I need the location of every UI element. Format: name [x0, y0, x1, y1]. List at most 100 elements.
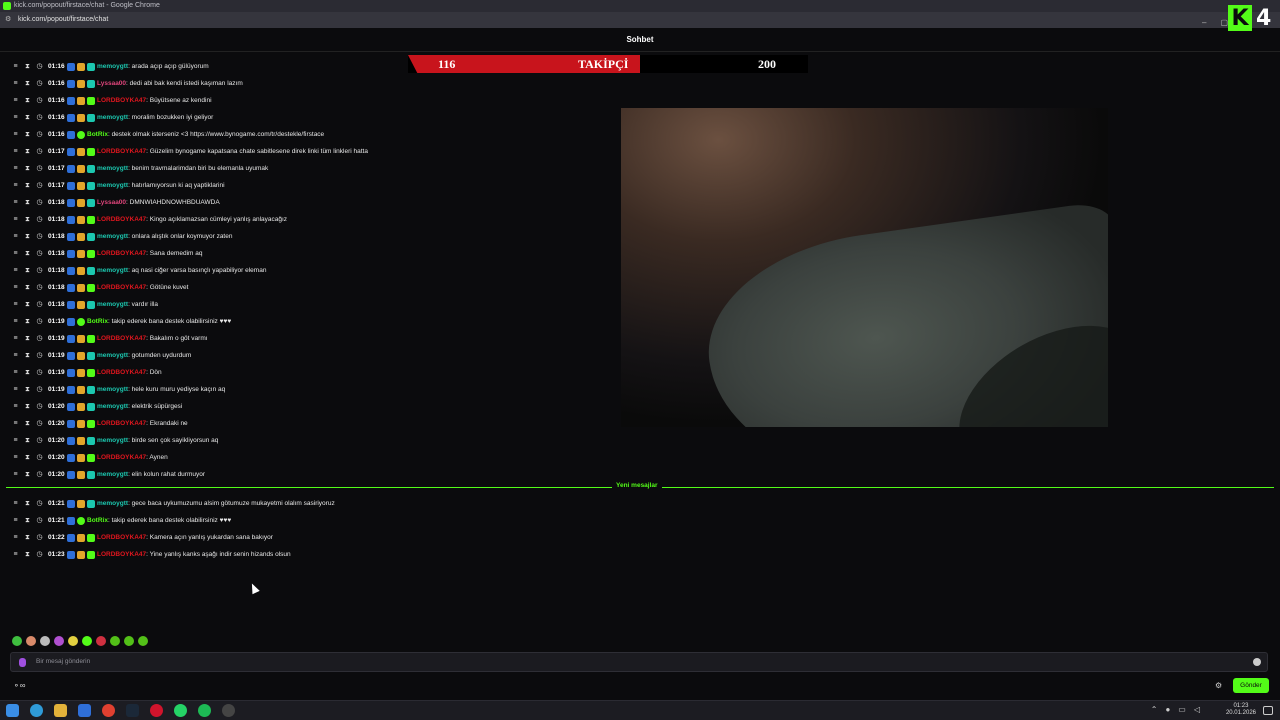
copilot-icon[interactable] — [30, 704, 43, 717]
chat-message[interactable]: ≡ ⧗ ◷ 01:19 memoygtt: gotumden uydurdum — [12, 347, 612, 364]
timestamp-icon[interactable]: ◷ — [36, 420, 43, 427]
microphone-icon[interactable] — [19, 658, 26, 667]
message-username[interactable]: memoygtt — [97, 233, 128, 240]
message-username[interactable]: BotRix — [87, 517, 108, 524]
emote-icon[interactable] — [68, 636, 78, 646]
message-username[interactable]: LORDBOYKA47 — [97, 148, 146, 155]
chat-message[interactable]: ≡ ⧗ ◷ 01:19 BotRix: takip ederek bana destek… — [12, 313, 612, 330]
message-menu-icon[interactable]: ≡ — [12, 80, 19, 87]
message-username[interactable]: Lyssaa00 — [97, 80, 126, 87]
message-username[interactable]: LORDBOYKA47 — [97, 216, 146, 223]
microphone-tray-icon[interactable]: ● — [1165, 705, 1170, 714]
address-bar[interactable]: ⚙ kick.com/popout/firstace/chat – ▢ — [0, 12, 1280, 28]
message-menu-icon[interactable]: ≡ — [12, 131, 19, 138]
chat-message[interactable]: ≡ ⧗ ◷ 01:18 LORDBOYKA47: Kingo açıklamazsan … — [12, 211, 612, 228]
message-username[interactable]: memoygtt — [97, 437, 128, 444]
pin-icon[interactable]: ⧗ — [24, 182, 31, 189]
timestamp-icon[interactable]: ◷ — [36, 199, 43, 206]
pin-icon[interactable]: ⧗ — [24, 318, 31, 325]
chat-message[interactable]: ≡ ⧗ ◷ 01:23 LORDBOYKA47: Yine yanlış kanks a… — [12, 546, 612, 563]
chat-message[interactable]: ≡ ⧗ ◷ 01:20 memoygtt: birde sen çok sayikliy… — [12, 432, 612, 449]
timestamp-icon[interactable]: ◷ — [36, 500, 43, 507]
timestamp-icon[interactable]: ◷ — [36, 551, 43, 558]
message-menu-icon[interactable]: ≡ — [12, 250, 19, 257]
message-menu-icon[interactable]: ≡ — [12, 63, 19, 70]
chat-message[interactable]: ≡ ⧗ ◷ 01:17 LORDBOYKA47: Güzelim bynogame ka… — [12, 143, 612, 160]
timestamp-icon[interactable]: ◷ — [36, 369, 43, 376]
chat-message[interactable]: ≡ ⧗ ◷ 01:16 BotRix: destek olmak isterseniz … — [12, 126, 612, 143]
pin-icon[interactable]: ⧗ — [24, 199, 31, 206]
chat-message[interactable]: ≡ ⧗ ◷ 01:21 memoygtt: gece baca uykumuzumu a… — [12, 495, 612, 512]
timestamp-icon[interactable]: ◷ — [36, 131, 43, 138]
message-username[interactable]: memoygtt — [97, 500, 128, 507]
volume-icon[interactable]: ◁ — [1194, 705, 1200, 714]
chat-message[interactable]: ≡ ⧗ ◷ 01:18 Lyssaa00: DMNWIAHDNOWHBDUAWDA — [12, 194, 612, 211]
timestamp-icon[interactable]: ◷ — [36, 182, 43, 189]
message-username[interactable]: LORDBOYKA47 — [97, 551, 146, 558]
timestamp-icon[interactable]: ◷ — [36, 114, 43, 121]
timestamp-icon[interactable]: ◷ — [36, 471, 43, 478]
opera-icon[interactable] — [150, 704, 163, 717]
pin-icon[interactable]: ⧗ — [24, 233, 31, 240]
message-username[interactable]: LORDBOYKA47 — [97, 97, 146, 104]
message-menu-icon[interactable]: ≡ — [12, 437, 19, 444]
timestamp-icon[interactable]: ◷ — [36, 318, 43, 325]
chat-message[interactable]: ≡ ⧗ ◷ 01:16 LORDBOYKA47: Büyütsene az kendin… — [12, 92, 612, 109]
message-username[interactable]: memoygtt — [97, 267, 128, 274]
emote-icon[interactable] — [96, 636, 106, 646]
emote-icon[interactable] — [110, 636, 120, 646]
timestamp-icon[interactable]: ◷ — [36, 437, 43, 444]
pin-icon[interactable]: ⧗ — [24, 352, 31, 359]
chat-message[interactable]: ≡ ⧗ ◷ 01:18 LORDBOYKA47: Sana demedim aq — [12, 245, 612, 262]
pin-icon[interactable]: ⧗ — [24, 551, 31, 558]
message-menu-icon[interactable]: ≡ — [12, 165, 19, 172]
message-username[interactable]: BotRix — [87, 131, 108, 138]
message-username[interactable]: LORDBOYKA47 — [97, 454, 146, 461]
chat-message[interactable]: ≡ ⧗ ◷ 01:19 LORDBOYKA47: Dön — [12, 364, 612, 381]
timestamp-icon[interactable]: ◷ — [36, 63, 43, 70]
message-username[interactable]: LORDBOYKA47 — [97, 534, 146, 541]
timestamp-icon[interactable]: ◷ — [36, 284, 43, 291]
message-menu-icon[interactable]: ≡ — [12, 551, 19, 558]
pin-icon[interactable]: ⧗ — [24, 534, 31, 541]
message-username[interactable]: memoygtt — [97, 471, 128, 478]
timestamp-icon[interactable]: ◷ — [36, 352, 43, 359]
pin-icon[interactable]: ⧗ — [24, 386, 31, 393]
timestamp-icon[interactable]: ◷ — [36, 335, 43, 342]
pin-icon[interactable]: ⧗ — [24, 131, 31, 138]
message-menu-icon[interactable]: ≡ — [12, 199, 19, 206]
message-menu-icon[interactable]: ≡ — [12, 369, 19, 376]
pin-icon[interactable]: ⧗ — [24, 148, 31, 155]
timestamp-icon[interactable]: ◷ — [36, 97, 43, 104]
chat-message[interactable]: ≡ ⧗ ◷ 01:16 memoygtt: arada açıp açıp gülüyo… — [12, 58, 612, 75]
chat-message[interactable]: ≡ ⧗ ◷ 01:22 LORDBOYKA47: Kamera açın yanlış … — [12, 529, 612, 546]
pin-icon[interactable]: ⧗ — [24, 301, 31, 308]
message-menu-icon[interactable]: ≡ — [12, 517, 19, 524]
pin-icon[interactable]: ⧗ — [24, 284, 31, 291]
message-username[interactable]: memoygtt — [97, 386, 128, 393]
send-button[interactable]: Gönder — [1233, 678, 1269, 693]
message-menu-icon[interactable]: ≡ — [12, 500, 19, 507]
emote-icon[interactable] — [12, 636, 22, 646]
maximize-icon[interactable]: ▢ — [1220, 15, 1228, 31]
timestamp-icon[interactable]: ◷ — [36, 233, 43, 240]
pin-icon[interactable]: ⧗ — [24, 165, 31, 172]
timestamp-icon[interactable]: ◷ — [36, 534, 43, 541]
obs-icon[interactable] — [222, 704, 235, 717]
tray-chevron-icon[interactable]: ⌃ — [1151, 705, 1158, 714]
chat-message[interactable]: ≡ ⧗ ◷ 01:17 memoygtt: benim travmalarimdan b… — [12, 160, 612, 177]
emoji-picker-icon[interactable] — [1253, 658, 1261, 666]
chat-message[interactable]: ≡ ⧗ ◷ 01:19 LORDBOYKA47: Bakalım o göt varmı — [12, 330, 612, 347]
message-username[interactable]: LORDBOYKA47 — [97, 335, 146, 342]
emote-icon[interactable] — [26, 636, 36, 646]
pin-icon[interactable]: ⧗ — [24, 369, 31, 376]
emote-icon[interactable] — [40, 636, 50, 646]
clock[interactable]: 01:23 20.01.2026 — [1226, 703, 1256, 717]
pin-icon[interactable]: ⧗ — [24, 403, 31, 410]
chat-message[interactable]: ≡ ⧗ ◷ 01:18 memoygtt: aq nasi ciğer varsa ba… — [12, 262, 612, 279]
emote-icon[interactable] — [54, 636, 64, 646]
chat-message[interactable]: ≡ ⧗ ◷ 01:19 memoygtt: hele kuru muru yediyse… — [12, 381, 612, 398]
timestamp-icon[interactable]: ◷ — [36, 386, 43, 393]
chat-message[interactable]: ≡ ⧗ ◷ 01:20 memoygtt: elektrik süpürgesi — [12, 398, 612, 415]
timestamp-icon[interactable]: ◷ — [36, 403, 43, 410]
